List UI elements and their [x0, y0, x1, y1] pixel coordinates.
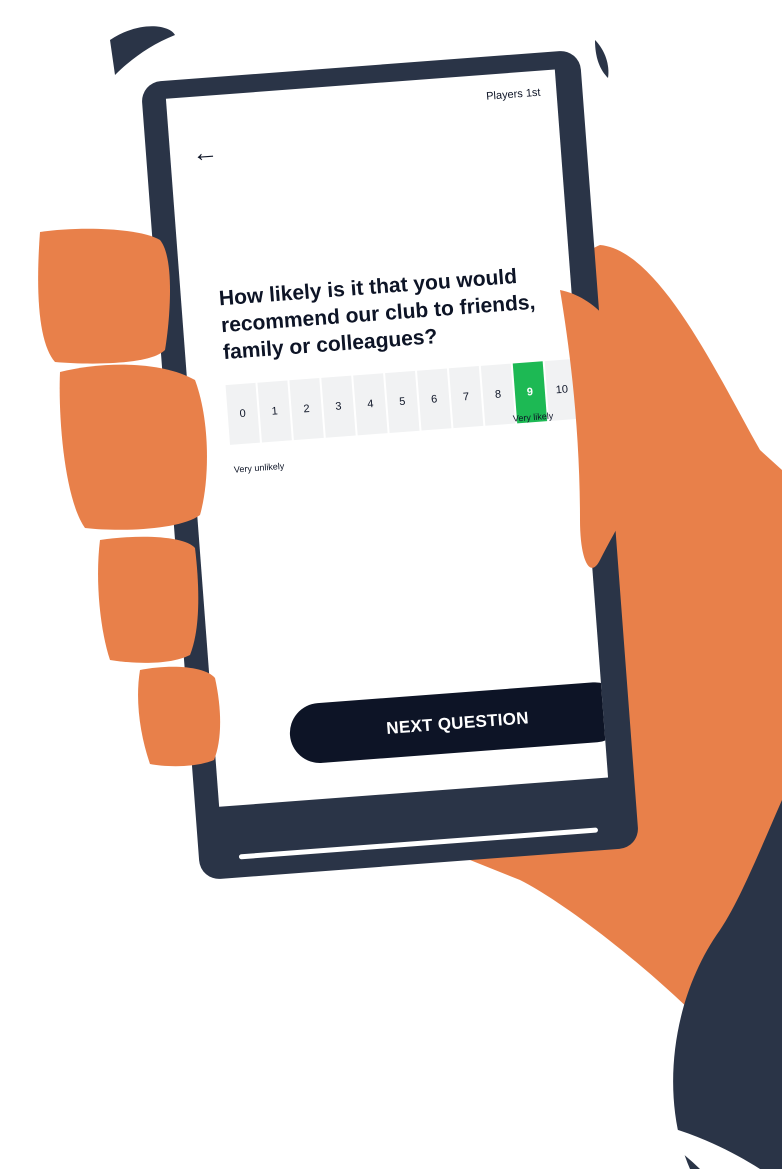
phone-screen: ← Players 1st How likely is it that you … — [165, 69, 609, 807]
arrow-left-icon: ← — [190, 136, 220, 168]
scale-option-2[interactable]: 2 — [289, 378, 324, 441]
brand-label: Players 1st — [485, 86, 541, 103]
scale-option-3[interactable]: 3 — [321, 375, 356, 438]
scale-label-low: Very unlikely — [233, 460, 285, 475]
rating-scale: 0 1 2 3 4 5 6 7 8 9 10 — [225, 358, 580, 445]
scale-option-6[interactable]: 6 — [417, 368, 452, 431]
illustration-scene: ← Players 1st How likely is it that you … — [0, 0, 782, 1169]
scale-option-5[interactable]: 5 — [385, 370, 420, 433]
scale-option-4[interactable]: 4 — [353, 373, 388, 436]
back-button[interactable]: ← — [190, 136, 223, 168]
scale-option-1[interactable]: 1 — [257, 380, 292, 443]
next-question-button[interactable]: NEXT QUESTION — [287, 680, 609, 766]
scale-option-8[interactable]: 8 — [480, 363, 516, 426]
scale-option-0[interactable]: 0 — [225, 382, 260, 445]
survey-question: How likely is it that you would recommen… — [218, 264, 537, 365]
phone-device: ← Players 1st How likely is it that you … — [140, 49, 640, 881]
scale-label-high: Very likely — [512, 410, 554, 424]
scale-option-7[interactable]: 7 — [448, 366, 484, 429]
